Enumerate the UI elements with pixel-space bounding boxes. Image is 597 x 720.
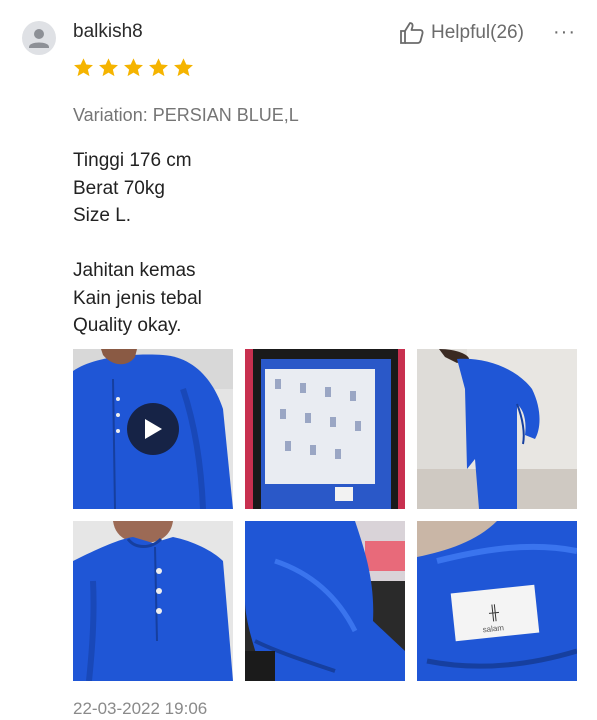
star-rating xyxy=(73,57,194,78)
variation-label: Variation: PERSIAN BLUE,L xyxy=(73,105,299,125)
review-timestamp: 22-03-2022 19:06 xyxy=(73,699,208,718)
play-icon xyxy=(145,419,162,439)
star-icon xyxy=(74,58,93,77)
review-line: Tinggi 176 cm xyxy=(73,150,192,171)
svg-text:╫: ╫ xyxy=(487,604,500,623)
review-photo[interactable]: ╫ salam xyxy=(417,521,577,681)
review-line: Kain jenis tebal xyxy=(73,287,202,309)
star-icon xyxy=(149,58,168,77)
review-line: Jahitan kemas xyxy=(73,260,196,281)
star-icon xyxy=(99,58,118,77)
review-text: Tinggi 176 cm Berat 70kg Size L. Jahitan… xyxy=(73,147,202,340)
user-icon xyxy=(29,29,49,48)
reviewer-username[interactable]: balkish8 xyxy=(73,21,143,43)
review-photo[interactable] xyxy=(245,521,405,681)
helpful-button[interactable]: Helpful(26) xyxy=(399,20,524,46)
helpful-label: Helpful(26) xyxy=(431,22,524,43)
review-photo[interactable] xyxy=(417,349,577,509)
review-photo[interactable] xyxy=(73,521,233,681)
ellipsis-icon: ··· xyxy=(553,20,576,43)
more-options-button[interactable]: ··· xyxy=(553,20,577,44)
review-line: Size L. xyxy=(73,205,132,226)
thumbs-up-icon xyxy=(399,21,425,45)
review-line: Quality okay. xyxy=(73,315,182,336)
star-icon xyxy=(174,58,193,77)
review-line: Berat 70kg xyxy=(73,177,165,199)
review-photo[interactable] xyxy=(245,349,405,509)
star-icon xyxy=(124,58,143,77)
play-button[interactable] xyxy=(127,403,179,455)
avatar[interactable] xyxy=(22,21,56,55)
